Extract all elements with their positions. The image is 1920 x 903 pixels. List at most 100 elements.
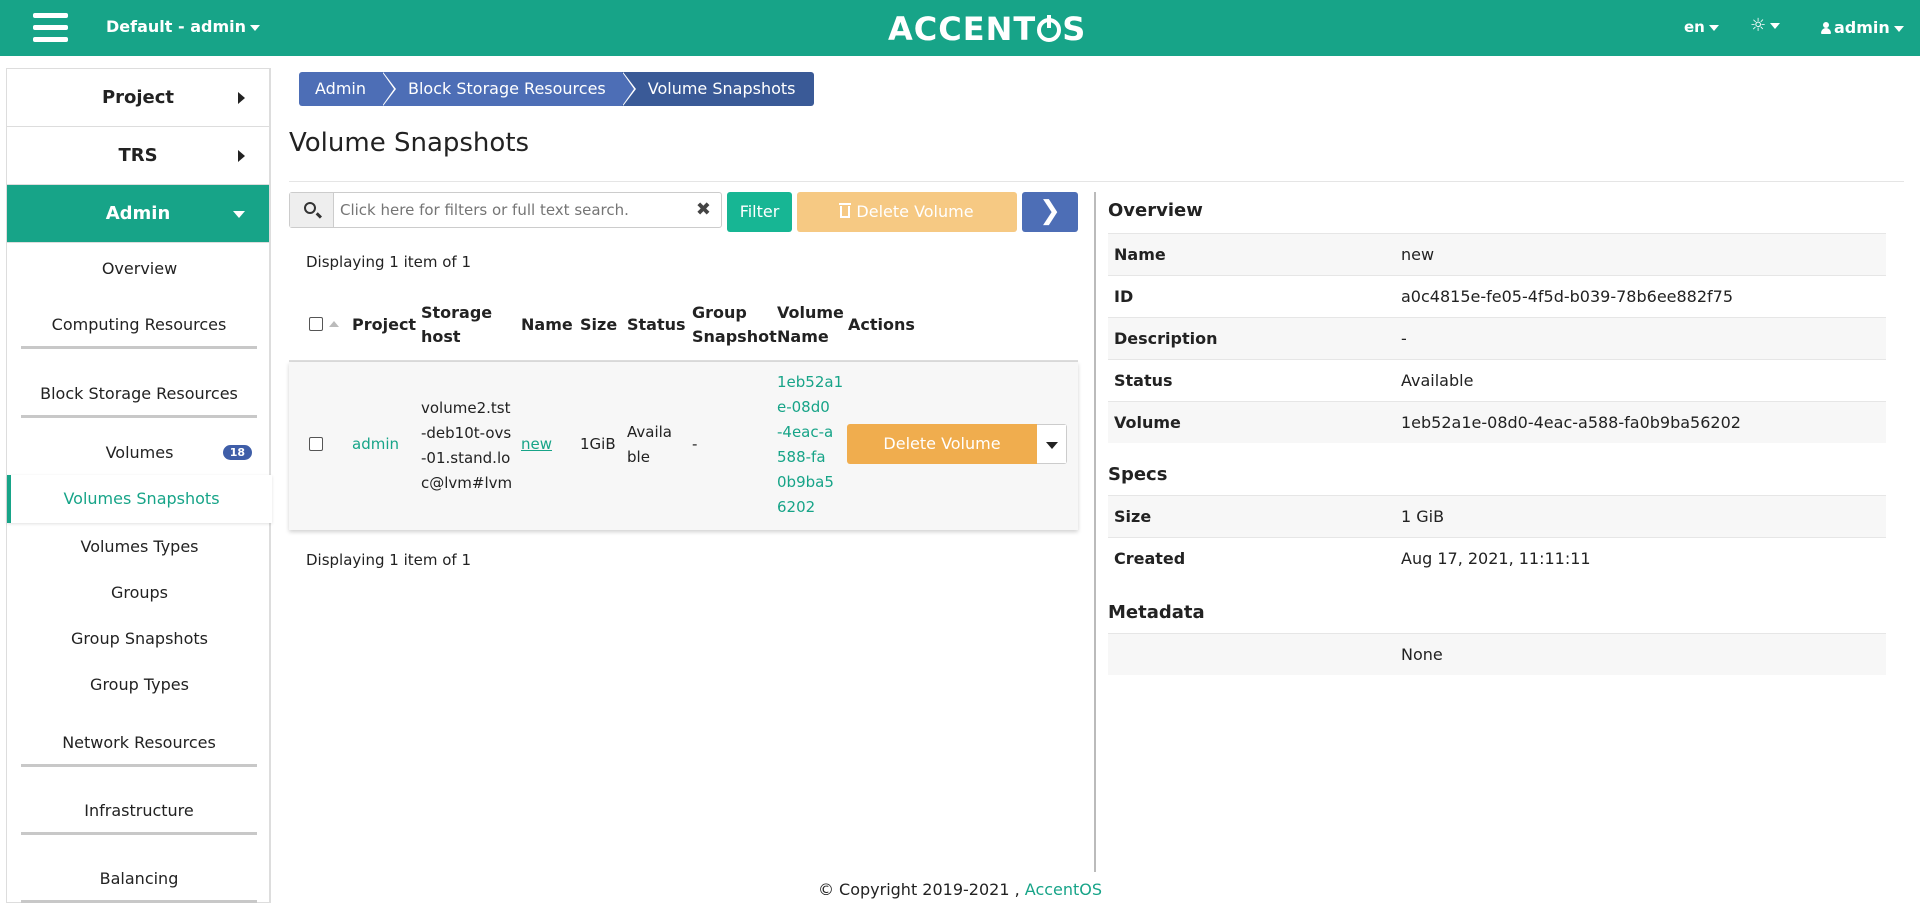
detail-value: 1 GiB [1401, 507, 1445, 526]
sidebar-item-label: Volumes [105, 443, 174, 462]
detail-label: Created [1114, 549, 1186, 568]
sidebar-item-group-types[interactable]: Group Types [7, 675, 272, 694]
sidebar-item-volumes-types[interactable]: Volumes Types [7, 537, 272, 556]
row-storage-host: volume2.tst -deb10t-ovs -01.stand.lo c@l… [421, 399, 513, 492]
chevron-down-icon [1708, 24, 1719, 31]
column-header-storage-host[interactable]: Storage host [421, 301, 492, 349]
detail-row-size: Size 1 GiB [1108, 495, 1886, 537]
column-header-status[interactable]: Status [627, 313, 686, 337]
chevron-right-icon [238, 92, 245, 104]
theme-selector[interactable]: ☼ [1750, 15, 1781, 36]
detail-label: Description [1114, 329, 1218, 348]
breadcrumb-item-admin[interactable]: Admin [299, 72, 396, 106]
title-divider [289, 181, 1904, 182]
detail-value: - [1401, 329, 1407, 348]
detail-row-name: Name new [1108, 233, 1886, 275]
detail-row-status: Status Available [1108, 359, 1886, 401]
detail-value: Available [1401, 371, 1474, 390]
detail-value: Aug 17, 2021, 11:11:11 [1401, 549, 1591, 568]
delete-volume-snapshots-button[interactable]: Delete Volume Snapshots [797, 192, 1017, 261]
sidebar-section-project[interactable]: Project [7, 69, 269, 127]
column-header-project[interactable]: Project [352, 313, 416, 337]
breadcrumb: Admin Block Storage Resources Volume Sna… [299, 72, 814, 106]
row-status: Availa ble [627, 423, 672, 466]
column-header-actions: Actions [848, 315, 915, 334]
sun-icon: ☼ [1750, 15, 1767, 36]
column-header-group-snapshot[interactable]: Group Snapshot [692, 301, 777, 349]
detail-volume-link[interactable]: 1eb52a1e-08d0-4eac-a588-fa0b9ba56202 [1401, 413, 1741, 432]
row-project-link[interactable]: admin [352, 432, 399, 457]
breadcrumb-item-block-storage[interactable]: Block Storage Resources [382, 72, 636, 106]
filter-button[interactable]: Filter [727, 192, 792, 232]
search-icon [304, 202, 316, 214]
user-menu[interactable]: admin [1821, 18, 1904, 37]
search-bar: ✖ [289, 192, 722, 228]
detail-value: a0c4815e-fe05-4f5d-b039-78b6ee882f75 [1401, 287, 1734, 306]
sidebar-item-volumes[interactable]: Volumes 18 [7, 443, 272, 462]
detail-specs-heading: Specs [1108, 464, 1168, 485]
detail-metadata-heading: Metadata [1108, 602, 1205, 623]
row-volume-name-link[interactable]: 1eb52a1 e-08d0 -4eac-a 588-fa 0b9ba5 620… [777, 370, 843, 520]
search-input[interactable] [338, 193, 678, 227]
detail-label: Volume [1114, 413, 1181, 432]
project-selector-label: Default - admin [106, 17, 246, 36]
detail-row-description: Description - [1108, 317, 1886, 359]
chevron-down-icon [1770, 23, 1781, 29]
clear-icon[interactable]: ✖ [696, 199, 711, 220]
detail-label: Name [1114, 245, 1166, 264]
row-name-link[interactable]: new [521, 432, 552, 457]
copyright-text: © Copyright 2019-2021 , [817, 880, 1025, 899]
detail-row-created: Created Aug 17, 2021, 11:11:11 [1108, 537, 1886, 579]
row-actions-dropdown[interactable] [1037, 424, 1067, 464]
sidebar-group-computing-resources[interactable]: Computing Resources [21, 315, 257, 349]
sidebar-group-infrastructure[interactable]: Infrastructure [21, 801, 257, 835]
sidebar-item-volumes-snapshots[interactable]: Volumes Snapshots [7, 475, 272, 523]
sidebar-group-block-storage-resources[interactable]: Block Storage Resources [21, 384, 257, 418]
user-name: admin [1834, 18, 1890, 37]
detail-overview-heading: Overview [1108, 200, 1203, 221]
sidebar-section-label: TRS [118, 145, 158, 166]
sidebar-item-group-snapshots[interactable]: Group Snapshots [7, 629, 272, 648]
column-header-size[interactable]: Size [580, 313, 617, 337]
language-selector[interactable]: en [1684, 18, 1719, 36]
select-all-checkbox[interactable] [309, 317, 323, 331]
displaying-count-bottom: Displaying 1 item of 1 [306, 551, 471, 569]
sidebar-item-overview[interactable]: Overview [7, 259, 272, 278]
accentos-link[interactable]: AccentOS [1025, 880, 1102, 899]
hamburger-menu-icon[interactable] [33, 13, 68, 43]
detail-row-volume: Volume 1eb52a1e-08d0-4eac-a588-fa0b9ba562… [1108, 401, 1886, 443]
delete-button-label: Delete Volume Snapshots [856, 202, 974, 261]
sidebar-group-network-resources[interactable]: Network Resources [21, 733, 257, 767]
breadcrumb-item-volume-snapshots: Volume Snapshots [621, 72, 814, 106]
chevron-right-icon: ❯ [1039, 196, 1061, 226]
panel-divider[interactable] [1094, 192, 1096, 872]
sidebar-item-groups[interactable]: Groups [7, 583, 272, 602]
language-label: en [1684, 18, 1705, 36]
detail-value: None [1401, 645, 1443, 664]
sidebar-section-admin[interactable]: Admin [7, 185, 269, 243]
volumes-count-badge: 18 [222, 445, 252, 460]
toggle-detail-button[interactable]: ❯ [1022, 192, 1078, 232]
top-navbar: Default - admin ACCENT S en ☼ admin [0, 0, 1920, 56]
chevron-down-icon [1046, 442, 1058, 449]
column-header-volume-name[interactable]: Volume Name [777, 301, 844, 349]
page-title: Volume Snapshots [289, 128, 530, 158]
row-group-snapshot: - [692, 435, 698, 453]
sidebar-section-label: Project [101, 87, 175, 108]
sidebar-section-trs[interactable]: TRS [7, 127, 269, 185]
power-icon [1037, 15, 1062, 42]
column-header-name[interactable]: Name [521, 313, 573, 337]
delete-volume-snapshot-button[interactable]: Delete Volume Snapshot [847, 424, 1037, 464]
search-button[interactable] [290, 193, 334, 227]
sidebar: Project TRS Admin Overview Computing Res… [6, 68, 272, 903]
project-selector[interactable]: Default - admin [106, 17, 260, 36]
footer: © Copyright 2019-2021 , AccentOS [0, 880, 1920, 899]
sort-up-icon[interactable] [329, 321, 339, 327]
chevron-down-icon [250, 24, 260, 31]
app-logo: ACCENT S [888, 10, 1087, 48]
row-checkbox[interactable] [309, 437, 323, 451]
row-action-group: Delete Volume Snapshot [847, 424, 1067, 464]
chevron-down-icon [233, 211, 245, 218]
detail-row-id: ID a0c4815e-fe05-4f5d-b039-78b6ee882f75 [1108, 275, 1886, 317]
chevron-down-icon [1893, 25, 1904, 32]
